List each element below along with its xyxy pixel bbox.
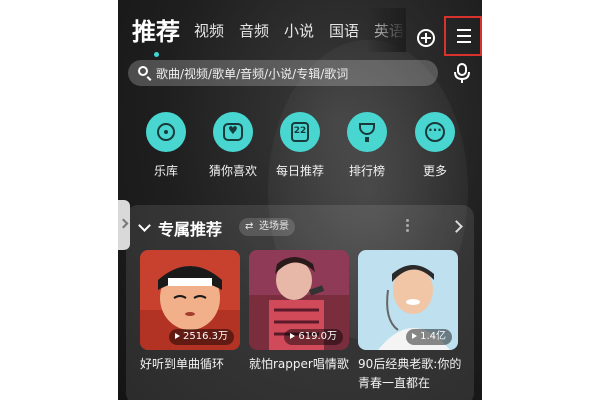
search-bar[interactable]: 歌曲/视频/歌单/音频/小说/专辑/歌词 — [128, 60, 438, 86]
quick-action-circle: 22 — [280, 112, 320, 152]
quick-action-label: 排行榜 — [348, 164, 385, 178]
recommend-section: 专属推荐 ⇄ 选场景 2516.3万 好听到单曲循环 619.0万 就怕rapp… — [126, 205, 474, 400]
menu-button[interactable] — [444, 16, 482, 56]
tab-video[interactable]: 视频 — [194, 20, 224, 41]
tab-audio[interactable]: 音频 — [239, 20, 269, 41]
section-title: 专属推荐 — [158, 220, 223, 239]
tab-recommend[interactable]: 推荐 — [132, 12, 180, 47]
more-icon: ··· — [425, 122, 445, 142]
app-screen: 推荐 视频 音频 小说 国语 英语 歌曲/视频/歌单/音频/小说/专辑/歌词 乐… — [118, 0, 482, 400]
trophy-icon — [359, 123, 375, 142]
quick-action-label: 猜你喜欢 — [208, 164, 257, 178]
quick-action-library[interactable]: 乐库 — [136, 112, 196, 179]
choose-scene-button[interactable]: ⇄ 选场景 — [239, 218, 295, 236]
tab-mandarin[interactable]: 国语 — [329, 20, 359, 41]
playlist-cover[interactable]: 619.0万 — [249, 250, 349, 350]
menu-icon-bar — [457, 29, 471, 31]
quick-action-circle: ··· — [415, 112, 455, 152]
play-count: 619.0万 — [298, 331, 337, 342]
menu-icon-bar — [457, 35, 471, 37]
side-drawer-handle[interactable] — [118, 200, 130, 250]
play-icon — [412, 333, 418, 339]
quick-action-label: 乐库 — [153, 164, 178, 178]
menu-icon-bar — [457, 41, 471, 43]
play-count-badge: 619.0万 — [284, 329, 343, 345]
heart-box-icon — [223, 123, 243, 141]
search-placeholder: 歌曲/视频/歌单/音频/小说/专辑/歌词 — [156, 67, 349, 81]
chevron-down-icon[interactable] — [138, 219, 151, 232]
active-tab-indicator — [154, 52, 159, 57]
chevron-right-icon[interactable] — [450, 220, 463, 233]
quick-action-more[interactable]: ··· 更多 — [405, 112, 465, 179]
calendar-icon: 22 — [291, 122, 309, 142]
quick-action-circle — [347, 112, 387, 152]
play-icon — [290, 333, 296, 339]
quick-action-daily[interactable]: 22 每日推荐 — [270, 112, 330, 179]
swap-icon: ⇄ — [245, 221, 254, 232]
disc-icon — [157, 123, 175, 141]
playlist-title[interactable]: 好听到单曲循环 — [140, 355, 246, 374]
quick-action-label: 更多 — [422, 164, 447, 178]
quick-action-charts[interactable]: 排行榜 — [337, 112, 397, 179]
quick-action-circle — [146, 112, 186, 152]
play-count: 1.4亿 — [420, 331, 446, 342]
quick-action-circle — [213, 112, 253, 152]
choose-scene-label: 选场景 — [259, 221, 289, 232]
top-tab-bar: 推荐 视频 音频 小说 国语 英语 — [118, 8, 482, 57]
play-count: 2516.3万 — [183, 331, 228, 342]
playlist-cover[interactable]: 2516.3万 — [140, 250, 240, 350]
play-count-badge: 2516.3万 — [169, 329, 234, 345]
quick-action-guess-you-like[interactable]: 猜你喜欢 — [203, 112, 263, 179]
playlist-title[interactable]: 就怕rapper唱情歌 — [249, 355, 355, 374]
kebab-menu-icon[interactable] — [406, 219, 410, 235]
play-icon — [175, 333, 180, 339]
quick-action-label: 每日推荐 — [275, 164, 324, 178]
play-count-badge: 1.4亿 — [406, 329, 452, 345]
add-icon[interactable] — [417, 29, 435, 47]
voice-search-icon[interactable] — [452, 62, 472, 84]
playlist-title[interactable]: 90后经典老歌:你的青春一直都在 — [358, 355, 464, 393]
playlist-cover[interactable]: 1.4亿 — [358, 250, 458, 350]
tab-novel[interactable]: 小说 — [284, 20, 314, 41]
tab-fade-overlay — [366, 8, 406, 52]
search-icon — [138, 66, 148, 76]
